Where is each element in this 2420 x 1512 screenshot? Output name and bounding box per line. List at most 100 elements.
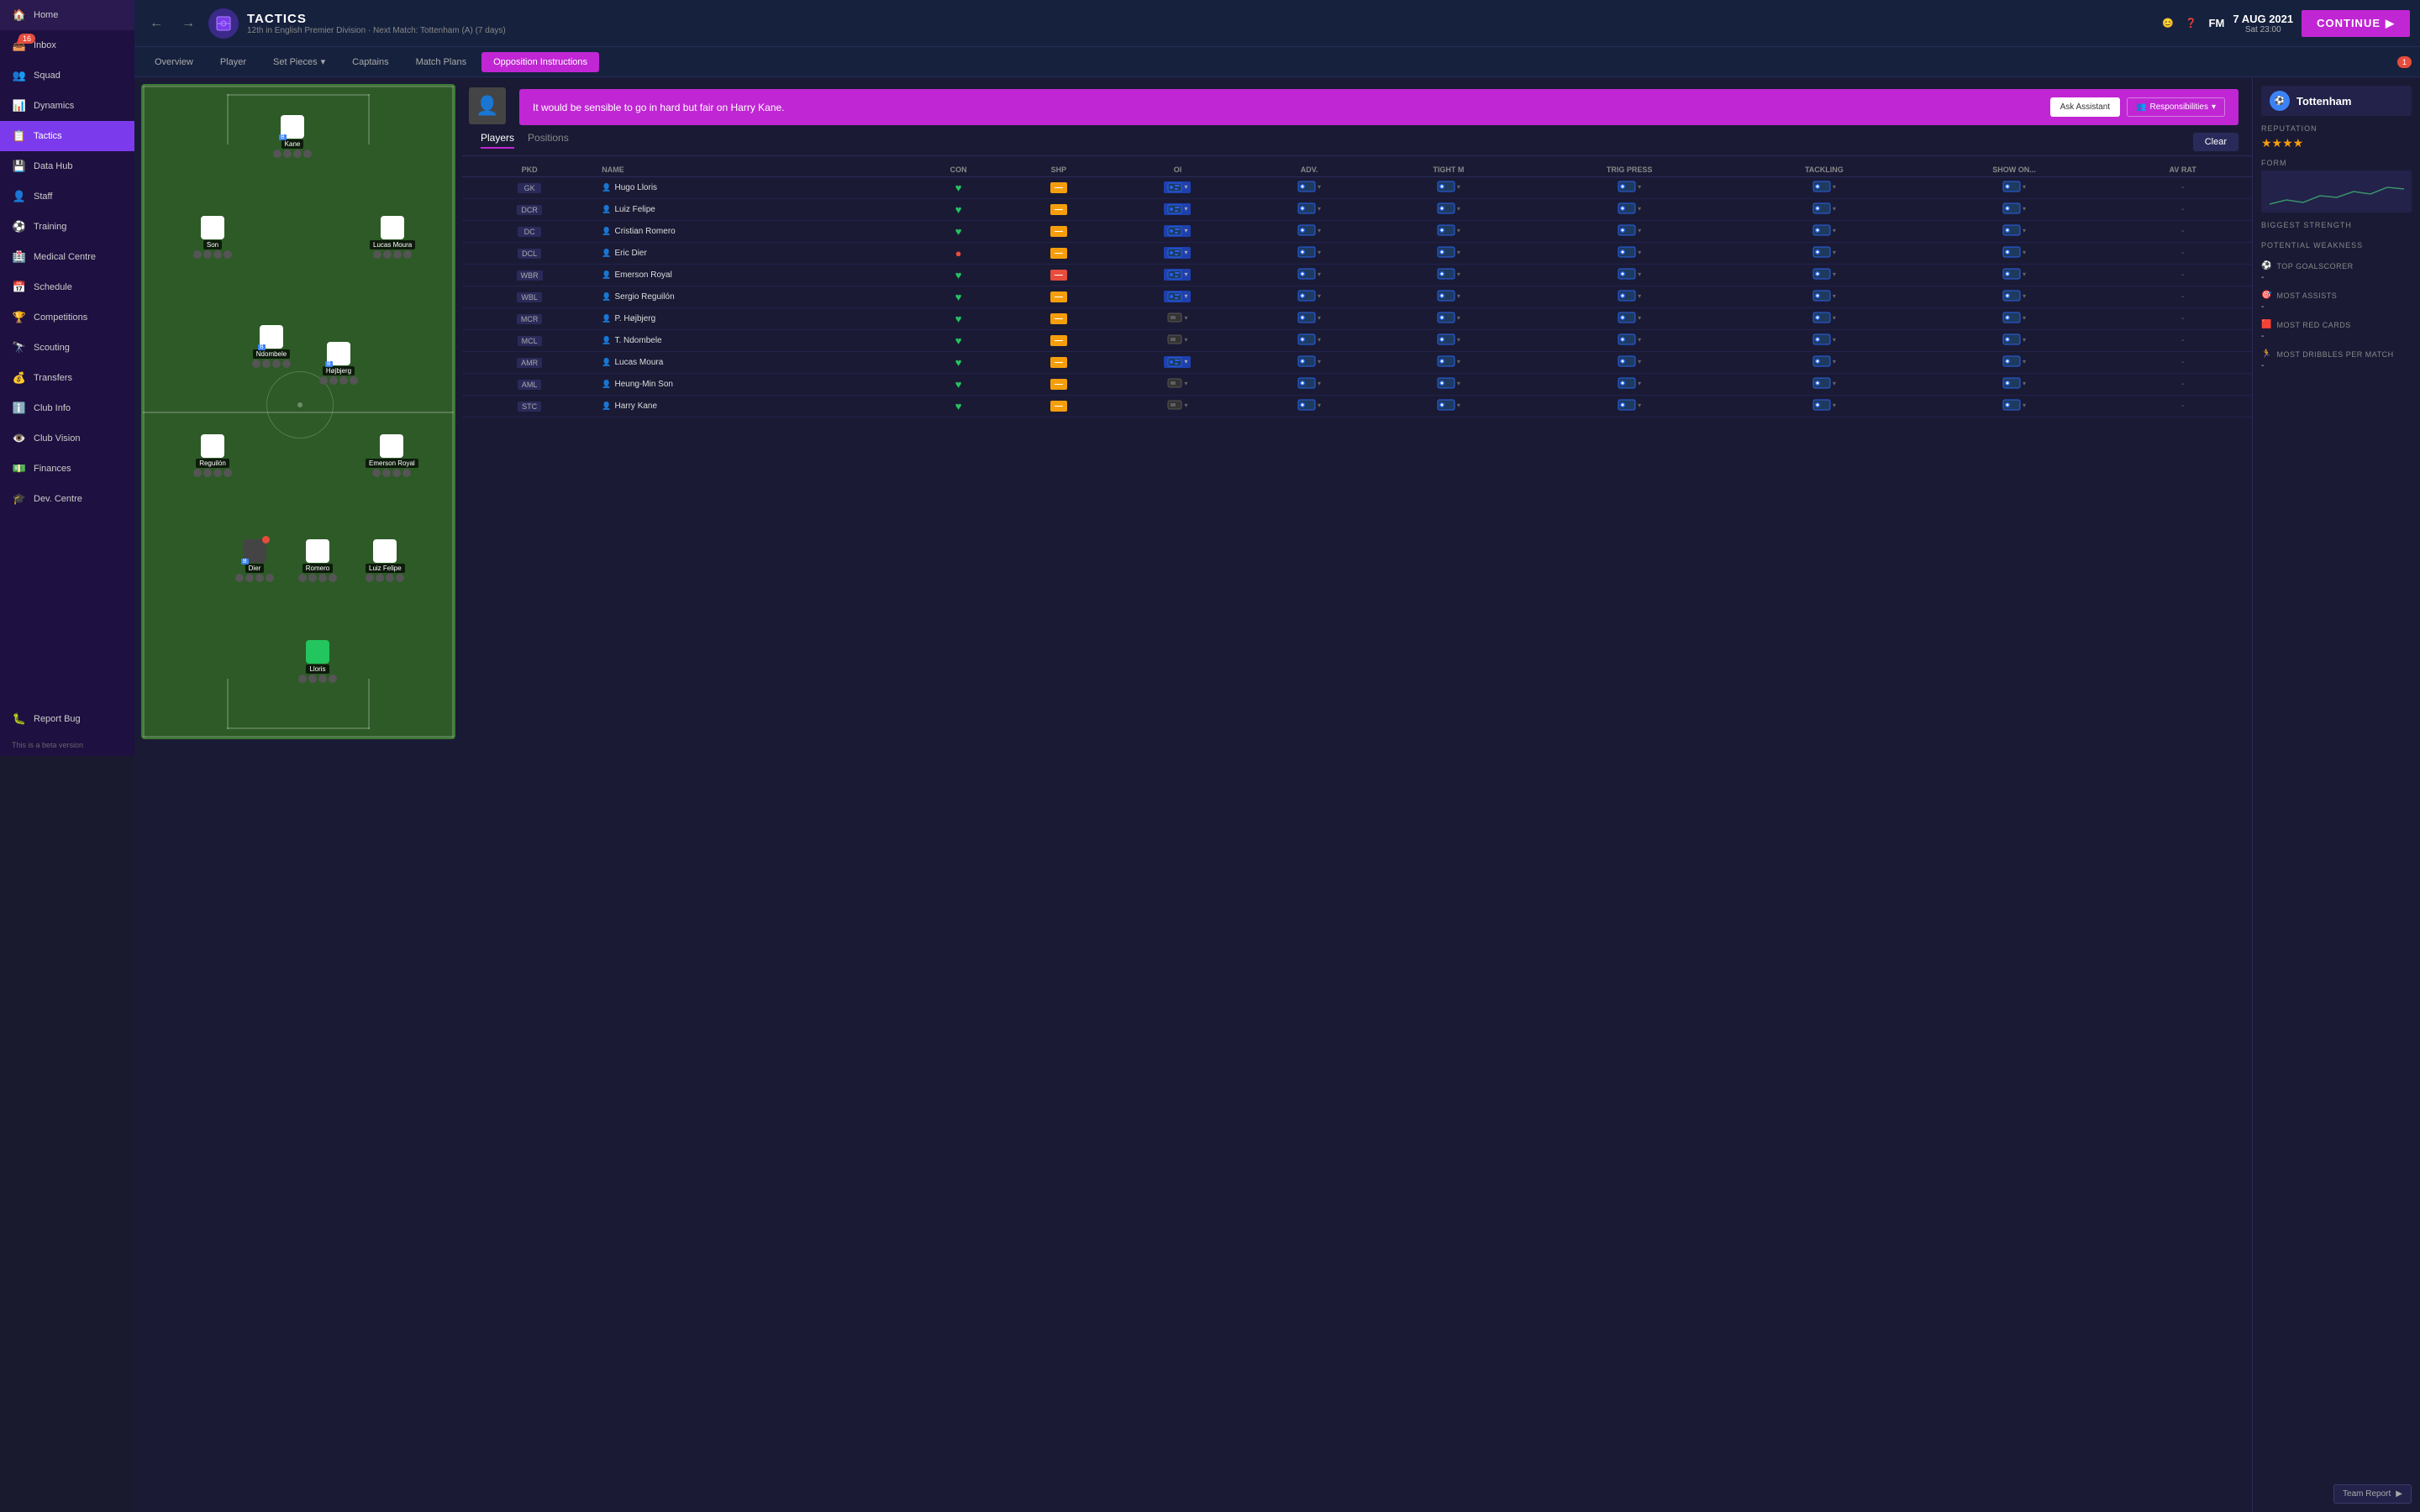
cell-tackle[interactable]: ▾ [1733,221,1915,243]
cell-tight[interactable]: ▾ [1372,265,1526,286]
cell-adv[interactable]: ▾ [1246,396,1371,417]
sidebar-item-scouting[interactable]: 🔭 Scouting [0,333,134,363]
continue-button[interactable]: CONTINUE ▶ [2302,10,2410,37]
cell-oi[interactable]: ▾ [1108,243,1246,265]
cell-oi[interactable]: ▾ [1108,221,1246,243]
cell-adv[interactable]: ▾ [1246,265,1371,286]
cell-adv[interactable]: ▾ [1246,330,1371,352]
sidebar-item-transfers[interactable]: 💰 Transfers [0,363,134,393]
cell-trig[interactable]: ▾ [1525,330,1733,352]
tab-matchplans[interactable]: Match Plans [404,52,479,72]
cell-trig[interactable]: ▾ [1525,221,1733,243]
pitch-player-luizfelipe[interactable]: Luiz Felipe [366,539,405,582]
clear-button[interactable]: Clear [2193,133,2238,151]
pitch-player-ndombele[interactable]: B Ndombele [252,325,291,368]
cell-trig[interactable]: ▾ [1525,286,1733,308]
table-row[interactable]: WBR 👤Emerson Royal ♥ — ▾ ▾ ▾ ▾ ▾ ▾ - [462,265,2252,286]
sidebar-item-training[interactable]: ⚽ Training [0,212,134,242]
cell-tackle[interactable]: ▾ [1733,396,1915,417]
sidebar-item-dynamics[interactable]: 📊 Dynamics [0,91,134,121]
cell-tackle[interactable]: ▾ [1733,243,1915,265]
cell-tight[interactable]: ▾ [1372,396,1526,417]
cell-tackle[interactable]: ▾ [1733,265,1915,286]
cell-trig[interactable]: ▾ [1525,177,1733,199]
cell-trig[interactable]: ▾ [1525,374,1733,396]
cell-oi[interactable]: ▾ [1108,265,1246,286]
cell-tight[interactable]: ▾ [1372,308,1526,330]
cell-trig[interactable]: ▾ [1525,308,1733,330]
cell-show[interactable]: ▾ [1915,286,2114,308]
cell-adv[interactable]: ▾ [1246,286,1371,308]
sidebar-item-clubvision[interactable]: 👁️ Club Vision [0,423,134,454]
pitch-player-kane[interactable]: B Kane [273,115,312,158]
back-button[interactable]: ← [145,13,168,34]
cell-trig[interactable]: ▾ [1525,243,1733,265]
pitch-player-dier[interactable]: B Dier [235,539,274,582]
sidebar-item-medical[interactable]: 🏥 Medical Centre [0,242,134,272]
pitch-player-lucasmoura[interactable]: Lucas Moura [370,216,415,259]
sidebar-item-tactics[interactable]: 📋 Tactics [0,121,134,151]
cell-tackle[interactable]: ▾ [1733,352,1915,374]
tab-setpieces[interactable]: Set Pieces ▾ [261,51,337,72]
cell-tackle[interactable]: ▾ [1733,199,1915,221]
cell-oi[interactable]: ▾ [1108,177,1246,199]
table-row[interactable]: DC 👤Cristian Romero ♥ — ▾ ▾ ▾ ▾ ▾ ▾ - [462,221,2252,243]
cell-adv[interactable]: ▾ [1246,177,1371,199]
cell-show[interactable]: ▾ [1915,177,2114,199]
cell-oi[interactable]: ▾ [1108,199,1246,221]
sidebar-item-schedule[interactable]: 📅 Schedule [0,272,134,302]
cell-trig[interactable]: ▾ [1525,352,1733,374]
pitch-player-son[interactable]: Son [193,216,232,259]
table-row[interactable]: AML 👤Heung-Min Son ♥ — ▾ ▾ ▾ ▾ ▾ ▾ - [462,374,2252,396]
forward-button[interactable]: → [176,13,200,34]
help-icon[interactable]: ❓ [2186,18,2197,29]
cell-tight[interactable]: ▾ [1372,286,1526,308]
cell-adv[interactable]: ▾ [1246,308,1371,330]
sidebar-item-datahub[interactable]: 💾 Data Hub [0,151,134,181]
cell-show[interactable]: ▾ [1915,221,2114,243]
cell-tackle[interactable]: ▾ [1733,330,1915,352]
team-report-button[interactable]: Team Report ▶ [2333,1484,2412,1504]
cell-adv[interactable]: ▾ [1246,352,1371,374]
sidebar-item-home[interactable]: 🏠 Home [0,0,134,30]
cell-oi[interactable]: ▾ [1108,352,1246,374]
cell-adv[interactable]: ▾ [1246,374,1371,396]
cell-trig[interactable]: ▾ [1525,199,1733,221]
face-icon[interactable]: 😊 [2162,18,2174,29]
cell-tight[interactable]: ▾ [1372,199,1526,221]
cell-trig[interactable]: ▾ [1525,396,1733,417]
table-row[interactable]: MCR 👤P. Højbjerg ♥ — ▾ ▾ ▾ ▾ ▾ ▾ - [462,308,2252,330]
sidebar-item-finances[interactable]: 💵 Finances [0,454,134,484]
cell-show[interactable]: ▾ [1915,352,2114,374]
tab-opposition[interactable]: Opposition Instructions [481,52,599,72]
tab-player[interactable]: Player [208,52,258,72]
cell-tight[interactable]: ▾ [1372,177,1526,199]
sidebar-item-inbox[interactable]: 📥 Inbox 16 [0,30,134,60]
pitch-player-romero[interactable]: Romero [298,539,337,582]
cell-show[interactable]: ▾ [1915,330,2114,352]
table-row[interactable]: STC 👤Harry Kane ♥ — ▾ ▾ ▾ ▾ ▾ ▾ - [462,396,2252,417]
ask-assistant-button[interactable]: Ask Assistant [2050,97,2120,117]
table-row[interactable]: AMR 👤Lucas Moura ♥ — ▾ ▾ ▾ ▾ ▾ ▾ - [462,352,2252,374]
sidebar-item-devcentre[interactable]: 🎓 Dev. Centre [0,484,134,514]
pitch-player-emersonroyal[interactable]: Emerson Royal [366,434,418,477]
cell-tight[interactable]: ▾ [1372,221,1526,243]
table-row[interactable]: WBL 👤Sergio Reguilón ♥ — ▾ ▾ ▾ ▾ ▾ ▾ - [462,286,2252,308]
cell-oi[interactable]: ▾ [1108,330,1246,352]
cell-tight[interactable]: ▾ [1372,243,1526,265]
sidebar-item-reportbug[interactable]: 🐛 Report Bug [0,704,134,734]
responsibilities-button[interactable]: 👥 Responsibilities ▾ [2127,97,2225,117]
pitch-player-lloris[interactable]: Lloris [298,640,337,683]
table-row[interactable]: GK 👤Hugo Lloris ♥ — ▾ ▾ ▾ ▾ ▾ ▾ - [462,177,2252,199]
sidebar-item-competitions[interactable]: 🏆 Competitions [0,302,134,333]
cell-show[interactable]: ▾ [1915,265,2114,286]
cell-oi[interactable]: ▾ [1108,308,1246,330]
cell-adv[interactable]: ▾ [1246,243,1371,265]
cell-show[interactable]: ▾ [1915,308,2114,330]
cell-tackle[interactable]: ▾ [1733,286,1915,308]
table-row[interactable]: DCR 👤Luiz Felipe ♥ — ▾ ▾ ▾ ▾ ▾ ▾ - [462,199,2252,221]
cell-tight[interactable]: ▾ [1372,352,1526,374]
sidebar-item-staff[interactable]: 👤 Staff [0,181,134,212]
tab-captains[interactable]: Captains [340,52,400,72]
cell-trig[interactable]: ▾ [1525,265,1733,286]
